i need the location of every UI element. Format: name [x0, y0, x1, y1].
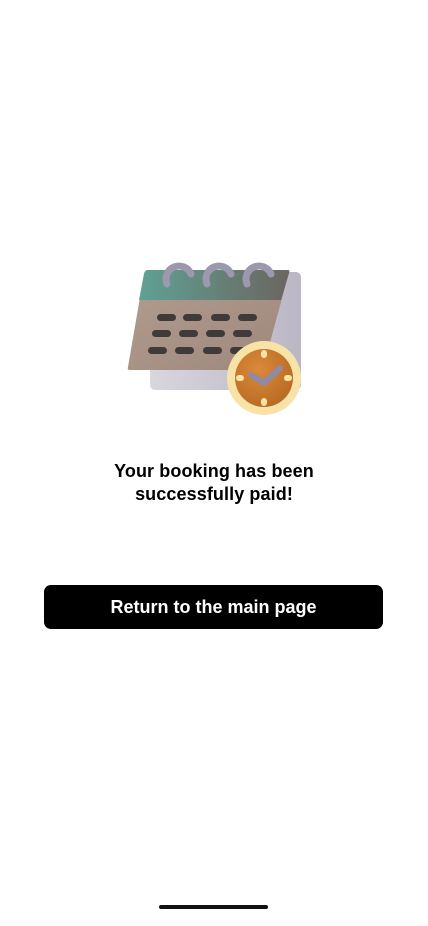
home-indicator[interactable]: [159, 905, 268, 909]
calendar-clock-icon: [120, 250, 310, 420]
message-line-2: successfully paid!: [135, 484, 293, 504]
return-to-main-page-button[interactable]: Return to the main page: [44, 585, 383, 629]
payment-success-message: Your booking has been successfully paid!: [64, 460, 364, 506]
message-line-1: Your booking has been: [114, 461, 314, 481]
